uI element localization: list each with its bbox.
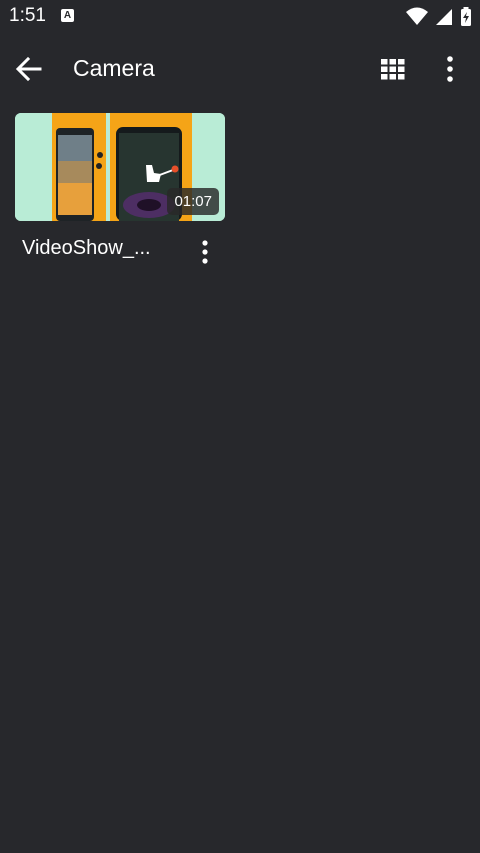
video-duration: 01:07 [167, 188, 219, 215]
video-name[interactable]: VideoShow_... [22, 237, 151, 260]
more-options-button[interactable] [436, 53, 464, 85]
notification-badge-letter: A [63, 10, 72, 21]
arrow-left-icon [15, 56, 42, 82]
video-thumbnail[interactable]: 01:07 [15, 113, 225, 221]
video-more-options-button[interactable] [193, 236, 217, 268]
battery-charging-icon [461, 7, 471, 26]
more-vertical-icon [202, 240, 208, 264]
wifi-icon [406, 7, 428, 25]
status-icons [404, 6, 472, 28]
page-title: Camera [73, 55, 155, 81]
cell-signal-icon [436, 9, 452, 25]
notification-badge: A [61, 9, 74, 22]
grid-view-icon [381, 59, 405, 80]
status-time: 1:51 [9, 5, 46, 26]
grid-view-button[interactable] [377, 53, 409, 85]
app-bar: Camera [0, 34, 480, 104]
back-button[interactable] [11, 51, 47, 87]
more-vertical-icon [447, 56, 453, 82]
status-bar: 1:51 A [0, 0, 480, 34]
